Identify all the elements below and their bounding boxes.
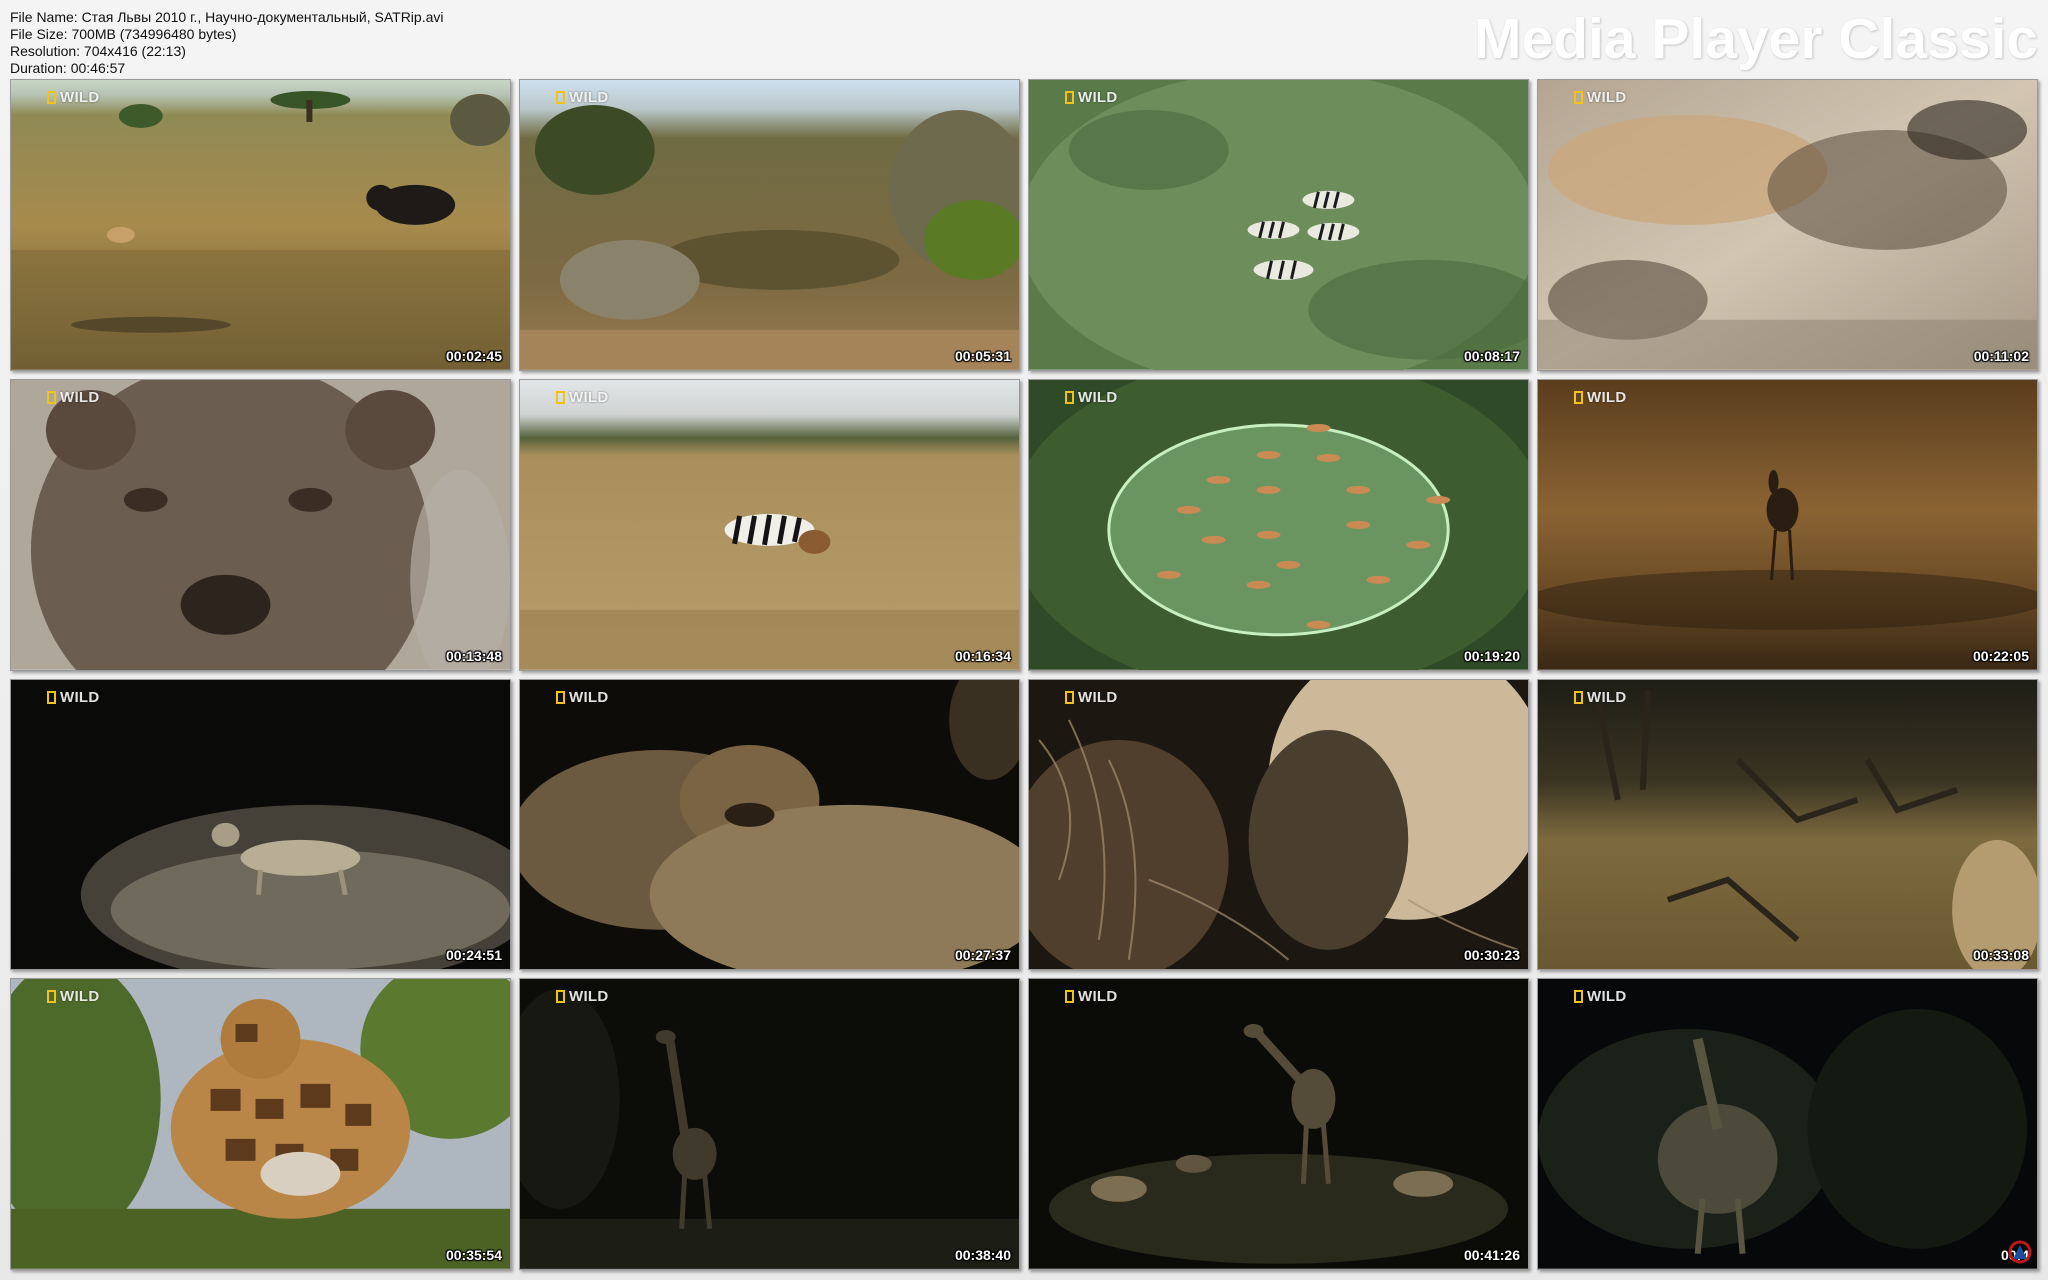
thumbnail-1[interactable]: WILD 00:02:45 — [10, 79, 511, 371]
thumbnail-6[interactable]: WILD 00:16:34 — [519, 378, 1020, 671]
channel-logo: WILD — [1574, 89, 1627, 106]
timestamp: 00:16:34 — [954, 647, 1011, 664]
file-name: File Name: Стая Львы 2010 г., Научно-док… — [10, 9, 444, 25]
frame-icon — [1065, 91, 1074, 104]
timestamp: 00:13:48 — [445, 647, 502, 664]
scene-night-lioness — [11, 679, 510, 970]
frame-icon — [47, 91, 56, 104]
thumbnail-2[interactable]: WILD 00:05:31 — [519, 79, 1020, 371]
scene-sleeping-lions — [520, 679, 1019, 970]
frame-icon — [556, 690, 565, 704]
frame-icon — [556, 390, 565, 404]
scene-savanna-buffalo — [11, 80, 510, 370]
timestamp: 00:41:26 — [1463, 1247, 1520, 1263]
channel-logo: WILD — [556, 689, 609, 706]
channel-logo: WILD — [47, 988, 100, 1005]
channel-logo: WILD — [1574, 689, 1627, 706]
thumbnail-11[interactable]: WILD 00:30:23 — [1028, 678, 1529, 971]
frame-icon — [1065, 990, 1074, 1004]
timestamp: 00:33:08 — [1972, 947, 2029, 964]
frame-icon — [1574, 690, 1583, 704]
frame-icon — [1065, 390, 1074, 404]
scene-aerial-zebras — [1029, 80, 1528, 370]
file-info: File Name: Стая Львы 2010 г., Научно-док… — [10, 9, 443, 77]
brand-title: Media Player Classic — [1474, 7, 2038, 71]
channel-logo: WILD — [1065, 689, 1118, 706]
thumbnail-14[interactable]: WILD 00:38:40 — [519, 978, 1020, 1270]
timestamp: 00:35:54 — [445, 1247, 502, 1263]
thumbnail-10[interactable]: WILD 00:27:37 — [519, 678, 1020, 971]
channel-logo: WILD — [556, 389, 609, 406]
resolution: Resolution: 704x416 (22:13) — [10, 43, 186, 59]
frame-icon — [1574, 390, 1583, 404]
frame-icon — [1574, 990, 1583, 1004]
scene-giraffe-feeding-night — [1538, 979, 2037, 1269]
watermark-icon — [2008, 1240, 2032, 1264]
channel-logo: WILD — [47, 689, 100, 706]
timestamp: 00:05:31 — [954, 347, 1011, 364]
timestamp: 00:27:37 — [954, 947, 1011, 964]
scene-gazelle-herd — [1029, 379, 1528, 670]
scene-lioness-closeup — [11, 379, 510, 670]
thumbnail-4[interactable]: WILD 00:11:02 — [1537, 79, 2038, 371]
scene-giraffes-day — [11, 979, 510, 1269]
timestamp: 00:02:45 — [445, 347, 502, 364]
thumbnail-15[interactable]: WILD 00:41:26 — [1028, 978, 1529, 1270]
file-size: File Size: 700MB (734996480 bytes) — [10, 26, 237, 42]
scene-dead-trees — [1538, 679, 2037, 970]
frame-icon — [556, 91, 565, 104]
scene-dust-silhouette — [1538, 379, 2037, 670]
thumbnail-12[interactable]: WILD 00:33:08 — [1537, 678, 2038, 971]
frame-icon — [1574, 91, 1583, 104]
channel-logo: WILD — [1574, 389, 1627, 406]
timestamp: 00:24:51 — [445, 947, 502, 964]
frame-icon — [47, 390, 56, 404]
thumbnail-3[interactable]: WILD 00:08:17 — [1028, 79, 1529, 371]
timestamp: 00:08:17 — [1463, 347, 1520, 364]
thumbnail-grid: WILD 00:02:45 WILD 00:05:31 WILD 00:08:1… — [10, 79, 2038, 1270]
channel-logo: WILD — [47, 89, 100, 106]
scene-bushland — [520, 80, 1019, 370]
thumbnail-9[interactable]: WILD 00:24:51 — [10, 678, 511, 971]
timestamp: 00:19:20 — [1463, 647, 1520, 664]
scene-mane-closeup — [1029, 679, 1528, 970]
scene-giraffe-night — [520, 979, 1019, 1269]
channel-logo: WILD — [556, 988, 609, 1005]
thumbnail-8[interactable]: WILD 00:22:05 — [1537, 378, 2038, 671]
channel-logo: WILD — [1065, 389, 1118, 406]
duration: Duration: 00:46:57 — [10, 60, 126, 76]
frame-icon — [1065, 690, 1074, 704]
scene-zebra-grassland — [520, 379, 1019, 670]
channel-logo: WILD — [1065, 988, 1118, 1005]
scene-motion-blur — [1538, 80, 2037, 370]
channel-logo: WILD — [556, 89, 609, 106]
timestamp: 00:11:02 — [1973, 347, 2029, 364]
timestamp: 00:30:23 — [1463, 947, 1520, 964]
channel-logo: WILD — [1065, 89, 1118, 106]
thumbnail-5[interactable]: WILD 00:13:48 — [10, 378, 511, 671]
timestamp: 00:22:05 — [1972, 647, 2029, 664]
frame-icon — [556, 990, 565, 1004]
scene-giraffe-lions-night — [1029, 979, 1528, 1269]
frame-icon — [47, 690, 56, 704]
frame-icon — [47, 990, 56, 1004]
timestamp: 00:38:40 — [954, 1247, 1011, 1263]
thumbnail-16[interactable]: WILD 00:4 — [1537, 978, 2038, 1270]
thumbnail-7[interactable]: WILD 00:19:20 — [1028, 378, 1529, 671]
channel-logo: WILD — [47, 389, 100, 406]
channel-logo: WILD — [1574, 988, 1627, 1005]
thumbnail-13[interactable]: WILD 00:35:54 — [10, 978, 511, 1270]
